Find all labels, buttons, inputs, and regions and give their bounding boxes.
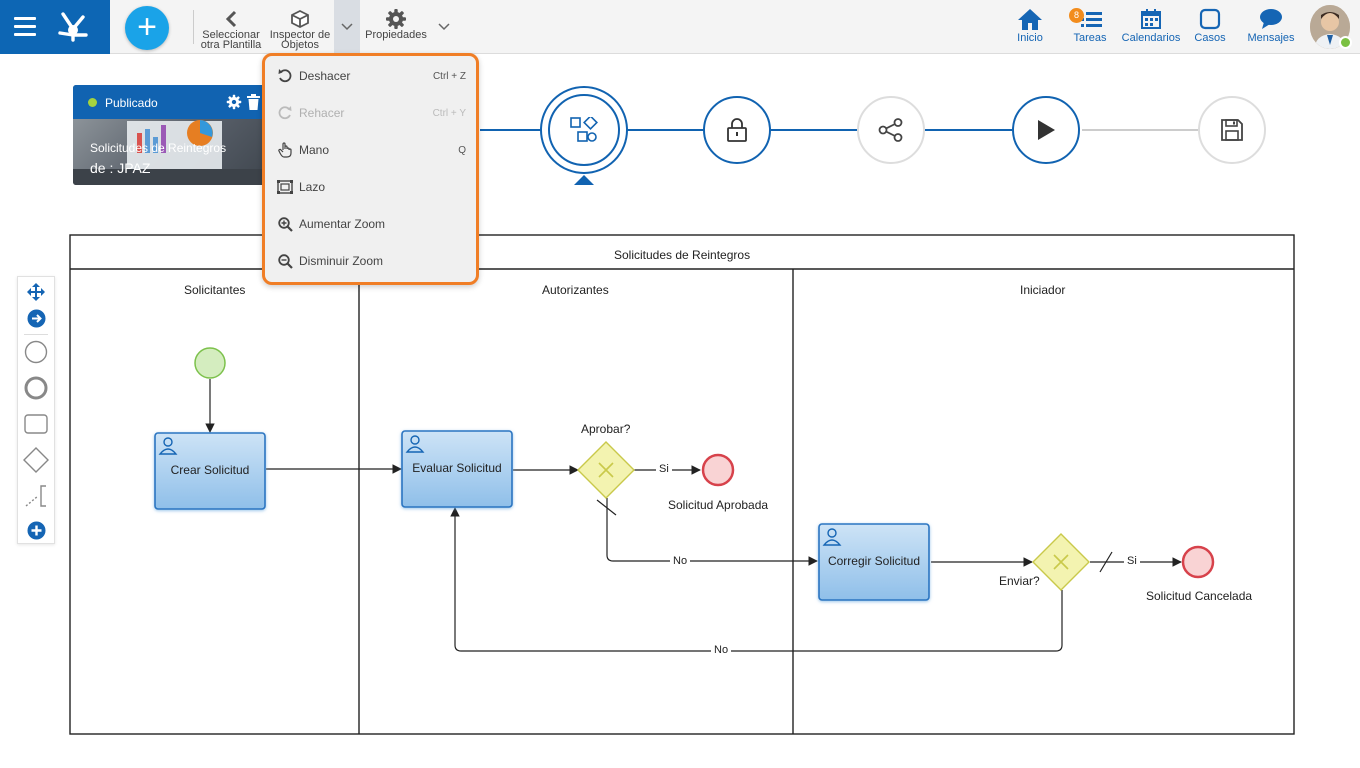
connect-icon[interactable] (18, 307, 54, 329)
menu-item-hand[interactable]: Mano Q (275, 137, 470, 163)
menu-item-hand-shortcut: Q (458, 144, 466, 156)
menu-item-undo-shortcut: Ctrl + Z (432, 70, 466, 82)
menu-item-lasso-label: Lazo (299, 180, 326, 194)
undo-icon (275, 69, 295, 83)
lane-solicitantes: Solicitantes (184, 283, 246, 297)
gateway-aprobar[interactable] (577, 441, 635, 499)
flow-label-yes: Si (1127, 555, 1137, 567)
menu-item-redo[interactable]: Rehacer Ctrl + Y (275, 100, 470, 126)
menu-item-zoom-in[interactable]: Aumentar Zoom (275, 211, 470, 237)
menu-item-undo-label: Deshacer (299, 69, 351, 83)
shape-palette (17, 276, 55, 544)
task-tool-icon[interactable] (18, 411, 54, 437)
start-event[interactable] (194, 347, 226, 379)
zoom-out-icon (275, 253, 295, 269)
redo-icon (275, 106, 295, 120)
menu-item-zoom-out-label: Disminuir Zoom (299, 254, 384, 268)
lane-iniciador: Iniciador (1020, 283, 1066, 297)
move-icon[interactable] (18, 281, 54, 303)
menu-item-undo[interactable]: Deshacer Ctrl + Z (275, 63, 470, 89)
zoom-in-icon (275, 216, 295, 232)
task-label: Corregir Solicitud (827, 554, 921, 568)
start-event-tool-icon[interactable] (18, 339, 54, 365)
task-label: Crear Solicitud (170, 463, 250, 477)
end-event-cancelada[interactable] (1181, 545, 1215, 579)
flow-label-yes: Si (659, 463, 669, 475)
lane-autorizantes: Autorizantes (542, 283, 609, 297)
menu-item-redo-shortcut: Ctrl + Y (432, 107, 466, 119)
edit-dropdown-menu: Deshacer Ctrl + Z Rehacer Ctrl + Y Mano … (262, 53, 479, 285)
task-label: Evaluar Solicitud (412, 461, 502, 475)
menu-item-redo-label: Rehacer (299, 106, 345, 120)
end-event-label: Solicitud Aprobada (668, 498, 769, 512)
sequence-flow-no[interactable] (450, 507, 1063, 652)
lasso-icon (275, 180, 295, 194)
menu-item-lasso[interactable]: Lazo (275, 174, 470, 200)
menu-item-zoom-out[interactable]: Disminuir Zoom (275, 248, 470, 274)
end-event-label: Solicitud Cancelada (1146, 589, 1253, 603)
gateway-enviar[interactable] (1032, 533, 1090, 591)
flow-label-no: No (714, 644, 729, 656)
pool-title: Solicitudes de Reintegros (614, 248, 751, 262)
end-event-aprobada[interactable] (701, 453, 735, 487)
palette-divider (24, 334, 48, 335)
gateway-tool-icon[interactable] (18, 447, 54, 473)
gateway-label: Aprobar? (581, 422, 631, 436)
end-event-tool-icon[interactable] (18, 375, 54, 401)
gateway-label: Enviar? (999, 574, 1040, 588)
hand-icon (275, 142, 295, 158)
menu-item-hand-label: Mano (299, 143, 330, 157)
menu-item-zoom-in-label: Aumentar Zoom (299, 217, 386, 231)
flow-label-no: No (673, 555, 688, 567)
bpmn-diagram-canvas[interactable] (0, 0, 1360, 768)
annotation-tool-icon[interactable] (18, 483, 54, 509)
more-shapes-icon[interactable] (18, 519, 54, 541)
